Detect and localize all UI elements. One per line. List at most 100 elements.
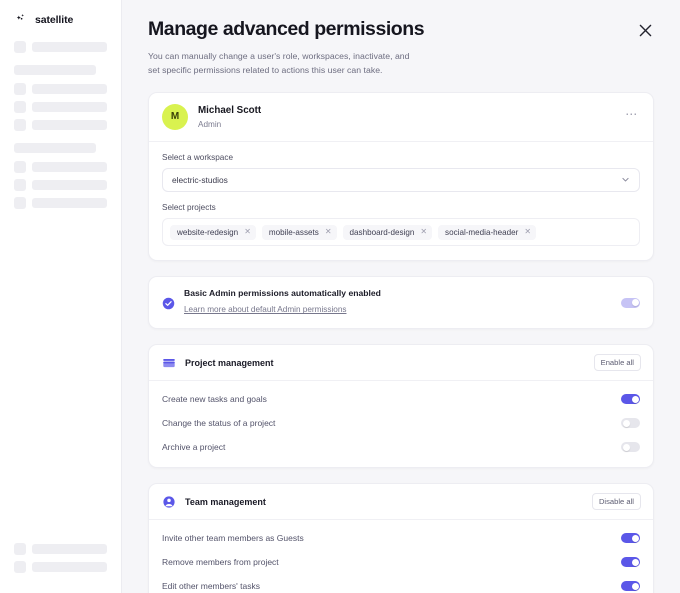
permission-row: Invite other team members as Guests [162, 526, 640, 550]
brand[interactable]: satellite [16, 13, 107, 27]
user-name: Michael Scott [198, 104, 262, 116]
permission-row: Archive a project [162, 435, 640, 459]
project-tag-remove-icon[interactable]: ✕ [244, 228, 251, 236]
project-tag[interactable]: social-media-header ✕ [438, 224, 537, 240]
main-panel: Manage advanced permissions You can manu… [122, 0, 680, 593]
sidebar-skeleton-item [14, 101, 107, 113]
user-circle-icon [163, 496, 175, 508]
permission-row: Remove members from project [162, 550, 640, 574]
skeleton-icon [14, 119, 26, 131]
workspace-label: Select a workspace [162, 152, 233, 162]
basic-admin-learn-more-link[interactable]: Learn more about default Admin permissio… [184, 305, 346, 314]
sidebar-skeleton-item [14, 197, 107, 209]
card-body: Select a workspace electric-studios Sele… [149, 142, 653, 260]
project-tag-remove-icon[interactable]: ✕ [420, 228, 427, 236]
project-tag-remove-icon[interactable]: ✕ [325, 228, 332, 236]
brand-name: satellite [35, 14, 74, 26]
permission-row: Change the status of a project [162, 411, 640, 435]
basic-admin-title: Basic Admin permissions automatically en… [184, 287, 381, 298]
project-tag-label: mobile-assets [268, 227, 319, 237]
permission-toggle[interactable] [621, 533, 640, 544]
permission-toggle[interactable] [621, 418, 640, 429]
section-header: Project management Enable all [149, 345, 653, 380]
project-tag[interactable]: dashboard-design ✕ [342, 224, 433, 240]
sidebar-skeleton-group-2 [14, 65, 107, 137]
kebab-menu-icon[interactable]: ⋯ [623, 106, 640, 127]
skeleton-icon [14, 561, 26, 573]
projects-tag-area[interactable]: website-redesign ✕ mobile-assets ✕ dashboard… [162, 217, 640, 246]
sidebar-skeleton-item [14, 119, 107, 131]
toggle-knob [622, 419, 630, 427]
sparkle-icon [16, 14, 24, 20]
project-tag-label: dashboard-design [349, 227, 415, 237]
permission-toggle[interactable] [621, 581, 640, 592]
sidebar-skeleton-group-3 [14, 143, 107, 215]
permission-section-card: Team management Disable all Invite other t… [148, 483, 654, 593]
project-tag[interactable]: mobile-assets ✕ [261, 224, 337, 240]
skeleton-label [32, 120, 107, 130]
sidebar-skeleton-item [14, 41, 107, 53]
permission-label: Invite other team members as Guests [162, 533, 304, 544]
toggle-knob [631, 558, 639, 566]
check-circle-icon [162, 297, 175, 309]
skeleton-label [32, 562, 107, 572]
avatar: M [162, 103, 188, 130]
permission-sections: Project management Enable all Create new t… [148, 344, 654, 593]
sidebar-skeleton-footer [14, 543, 107, 579]
project-tag-label: social-media-header [445, 227, 519, 237]
toggle-knob [622, 443, 630, 451]
page-title: Manage advanced permissions [148, 18, 425, 40]
project-tag[interactable]: website-redesign ✕ [170, 224, 256, 240]
skeleton-label [32, 544, 107, 554]
section-header: Team management Disable all [149, 484, 653, 519]
user-meta: Michael Scott Admin [198, 105, 623, 129]
user-header: M Michael Scott Admin ⋯ [149, 93, 653, 141]
user-settings-card: M Michael Scott Admin ⋯ Select a workspa… [148, 91, 654, 261]
skeleton-label [32, 42, 107, 52]
permission-toggle[interactable] [621, 442, 640, 453]
toggle-knob [631, 299, 639, 307]
basic-admin-text: Basic Admin permissions automatically en… [184, 288, 621, 318]
user-role: Admin [198, 119, 222, 129]
permission-label: Edit other members' tasks [162, 581, 260, 592]
permission-label: Archive a project [162, 442, 226, 453]
sidebar-skeleton-item [14, 161, 107, 173]
header-row: Manage advanced permissions [148, 18, 654, 41]
skeleton-icon [14, 101, 26, 113]
close-button[interactable] [634, 19, 656, 41]
permission-label: Remove members from project [162, 557, 279, 568]
chevron-down-icon [622, 178, 629, 182]
close-icon [639, 24, 651, 36]
permission-list: Invite other team members as Guests Remov… [149, 520, 653, 593]
workspace-value: electric-studios [172, 174, 228, 185]
skeleton-label [32, 198, 107, 208]
skeleton-section-header [14, 65, 96, 75]
sidebar-skeleton-item [14, 83, 107, 95]
permission-toggle[interactable] [621, 557, 640, 568]
project-tag-label: website-redesign [177, 227, 239, 237]
folder-icon [163, 358, 175, 368]
permission-row: Edit other members' tasks [162, 574, 640, 593]
toggle-knob [631, 395, 639, 403]
sidebar-skeleton-item [14, 179, 107, 191]
app-root: satellite Manage advanced permissions Yo… [0, 0, 680, 593]
skeleton-icon [14, 543, 26, 555]
basic-admin-card: Basic Admin permissions automatically en… [148, 275, 654, 330]
section-action-button[interactable]: Enable all [593, 354, 641, 372]
permission-section-card: Project management Enable all Create new t… [148, 344, 654, 469]
section-action-button[interactable]: Disable all [591, 493, 641, 511]
permission-toggle[interactable] [621, 394, 640, 405]
sidebar: satellite [0, 0, 122, 593]
basic-admin-toggle[interactable] [621, 297, 640, 308]
project-tag-remove-icon[interactable]: ✕ [524, 228, 531, 236]
permission-row: Create new tasks and goals [162, 387, 640, 411]
workspace-select[interactable]: electric-studios [162, 167, 640, 192]
sidebar-skeleton-group-1 [14, 41, 107, 59]
section-title: Team management [185, 496, 266, 507]
skeleton-icon [14, 161, 26, 173]
section-title: Project management [185, 357, 274, 368]
sidebar-skeleton-item [14, 561, 107, 573]
skeleton-label [32, 162, 107, 172]
skeleton-icon [14, 83, 26, 95]
